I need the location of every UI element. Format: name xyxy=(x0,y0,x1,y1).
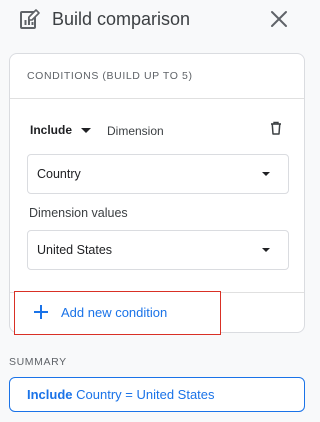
close-icon[interactable] xyxy=(268,8,290,30)
summary-chip[interactable]: Include Country = United States xyxy=(9,377,305,412)
summary-text: Include Country = United States xyxy=(27,387,215,402)
include-dropdown[interactable]: Include xyxy=(30,123,92,137)
include-label: Include xyxy=(30,123,73,137)
conditions-title: CONDITIONS (BUILD UP TO 5) xyxy=(27,70,193,82)
chevron-down-icon xyxy=(262,172,270,176)
summary-label: SUMMARY xyxy=(9,356,67,368)
comparison-chart-icon xyxy=(20,9,40,29)
chevron-down-icon xyxy=(262,248,270,252)
dimension-values-select[interactable]: United States xyxy=(27,230,289,270)
conditions-header: CONDITIONS (BUILD UP TO 5) xyxy=(10,54,304,99)
add-new-condition-label: Add new condition xyxy=(61,305,168,320)
summary-include: Include xyxy=(27,387,73,402)
add-new-condition-button[interactable]: Add new condition xyxy=(14,291,221,335)
trash-icon[interactable] xyxy=(268,120,284,136)
dimension-values-label: Dimension values xyxy=(29,206,128,220)
dimension-label: Dimension xyxy=(107,124,164,138)
summary-expression: Country = United States xyxy=(76,387,215,402)
dimension-select-value: Country xyxy=(37,167,81,181)
plus-icon xyxy=(34,305,48,319)
panel-header: Build comparison xyxy=(0,0,312,40)
chevron-down-icon xyxy=(81,128,92,133)
dimension-select[interactable]: Country xyxy=(27,154,289,194)
page-title: Build comparison xyxy=(52,9,191,29)
dimension-values-select-value: United States xyxy=(37,243,113,257)
